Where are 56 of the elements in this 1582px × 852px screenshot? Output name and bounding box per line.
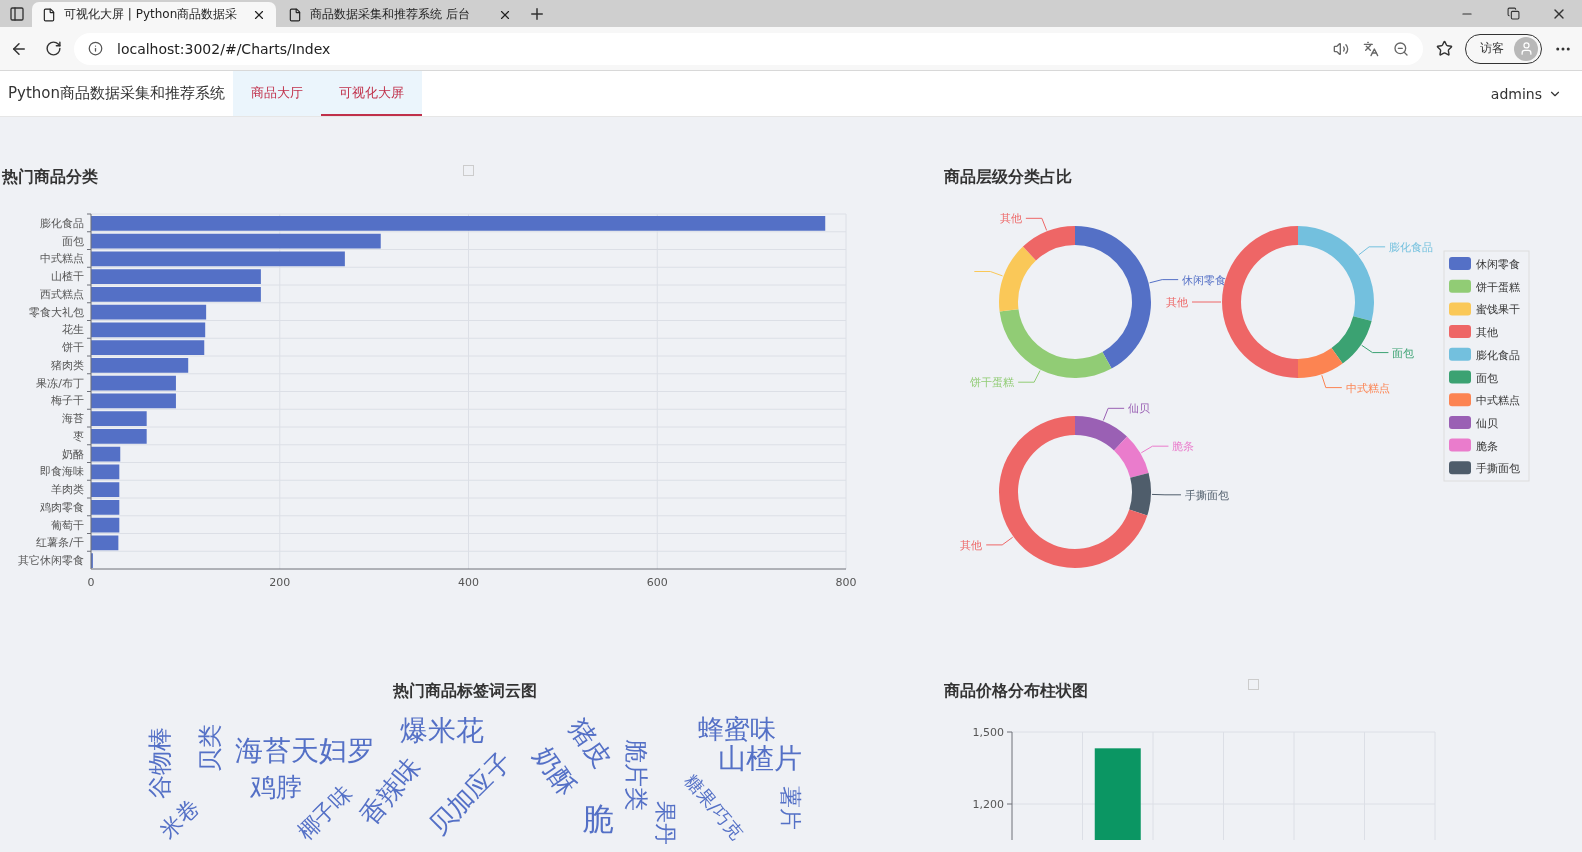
axis-label: 800 [835, 576, 857, 589]
cloud-word: 谷物棒 [148, 727, 172, 799]
axis-label: 其它休闲零食 [18, 554, 84, 568]
axis-label: 零食大礼包 [29, 305, 84, 319]
axis-label: 羊肉类 [51, 483, 84, 497]
axis-label: 膨化食品 [40, 216, 84, 230]
slice-label: 中式糕点 [1345, 381, 1390, 395]
axis-label: 海苔 [62, 412, 84, 426]
axis-label: 山楂干 [51, 270, 84, 284]
slice-label: 手撕面包 [1184, 488, 1229, 502]
slice-label: 休闲零食 [1182, 273, 1227, 287]
axis-label: 花生 [62, 323, 84, 337]
axis-label: 葡萄干 [51, 518, 84, 532]
axis-label: 200 [269, 576, 291, 589]
cloud-word: 鸡脖 [250, 774, 302, 800]
cloud-word: 蜂蜜味 [698, 716, 776, 742]
cloud-word: 贝类 [198, 724, 222, 772]
brand-title: Python商品数据采集和推荐系统 [7, 84, 226, 103]
axis-label: 西式糕点 [40, 287, 84, 301]
cloud-word: 贝加应子 [424, 747, 516, 839]
axis-label: 饼干 [62, 341, 84, 355]
cloud-word: 脆片类 [624, 739, 648, 811]
cloud-word: 爆米花 [400, 717, 484, 745]
chart-title: 商品层级分类占比 [944, 166, 1072, 188]
axis-label: 即食海味 [40, 465, 84, 479]
axis-label: 红薯条/干 [36, 536, 84, 550]
axis-label: 梅子干 [51, 394, 84, 408]
chart-title: 商品价格分布柱状图 [944, 680, 1088, 702]
slice-label: 仙贝 [1128, 402, 1151, 416]
chart-title: 热门商品分类 [2, 166, 98, 188]
axis-label: 猪肉类 [51, 358, 84, 372]
slice-label: 脆条 [1172, 440, 1195, 454]
axis-label: 中式糕点 [40, 252, 84, 266]
slice-label: 其他 [999, 212, 1022, 226]
axis-label: 面包 [62, 234, 84, 248]
slice-label: 其他 [1166, 296, 1188, 309]
axis-label: 果冻/布丁 [36, 376, 84, 390]
cloud-word: 糖果/巧克 [682, 771, 746, 843]
slice-label: 其他 [960, 538, 983, 552]
axis-label: 1,200 [972, 798, 1004, 811]
axis-label: 400 [458, 576, 479, 589]
slice-label: 饼干蛋糕 [970, 376, 1015, 390]
axis-label: 奶酪 [62, 447, 84, 461]
cloud-word: 山楂片 [718, 745, 802, 773]
axis-label: 1,500 [972, 726, 1004, 739]
slice-label: 面包 [1392, 346, 1415, 360]
chart-title: 热门商品标签词云图 [393, 680, 537, 702]
cloud-word: 脆 [582, 803, 614, 835]
cloud-word: 薯片 [779, 786, 801, 830]
axis-label: 0 [87, 576, 95, 589]
axis-label: 鸡肉零食 [40, 500, 84, 514]
cloud-word: 海苔天妇罗 [235, 737, 375, 765]
cloud-word: 果丹 [654, 801, 676, 845]
axis-label: 600 [646, 576, 668, 589]
slice-label: 膨化食品 [1389, 240, 1434, 254]
axis-label: 枣 [73, 429, 84, 443]
